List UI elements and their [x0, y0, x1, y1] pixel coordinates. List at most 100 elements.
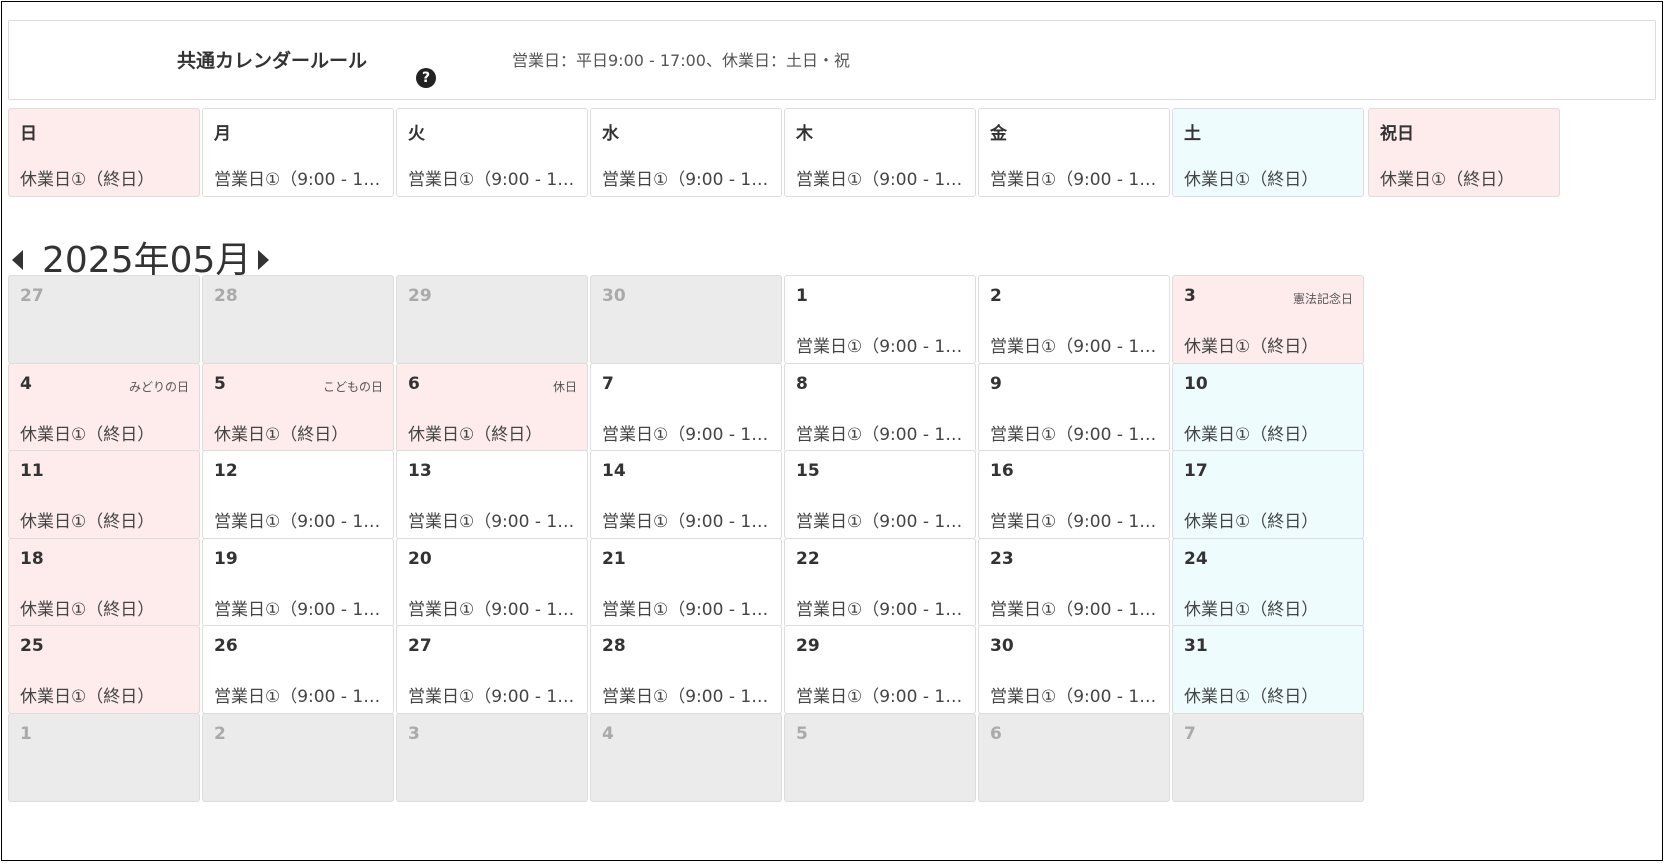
day-cell[interactable]: 26 営業日①（9:00 - 17:00） — [202, 625, 394, 714]
weekday-rule-cell[interactable]: 日休業日①（終日） — [8, 108, 200, 197]
day-cell-outside[interactable]: 2 — [202, 712, 394, 802]
day-cell[interactable]: 9 営業日①（9:00 - 17:00） — [978, 362, 1170, 452]
holiday-name: 憲法記念日 — [1292, 292, 1353, 306]
cell-label: 日 — [20, 124, 37, 144]
weekday-rule-cell[interactable]: 金営業日①（9:00 - 17:00） — [978, 108, 1170, 197]
cell-label: 15 — [796, 461, 820, 481]
cell-label: 30 — [602, 286, 626, 306]
cell-schedule: 営業日①（9:00 - 17:00） — [796, 424, 965, 445]
cell-label: 29 — [796, 636, 820, 656]
cell-schedule: 営業日①（9:00 - 17:00） — [408, 170, 577, 190]
day-cell-outside[interactable]: 30 — [590, 275, 782, 364]
cell-label: 土 — [1184, 124, 1201, 144]
day-cell-outside[interactable]: 5 — [784, 712, 976, 802]
day-cell-outside[interactable]: 4 — [590, 712, 782, 802]
cell-schedule: 営業日①（9:00 - 17:00） — [408, 599, 577, 620]
cell-schedule: 休業日①（終日） — [408, 424, 543, 445]
day-cell-outside[interactable]: 28 — [202, 275, 394, 364]
cell-schedule: 営業日①（9:00 - 17:00） — [990, 337, 1159, 357]
cell-label: 24 — [1184, 548, 1208, 569]
day-cell[interactable]: 10 休業日①（終日） — [1172, 362, 1364, 452]
day-cell[interactable]: 23 営業日①（9:00 - 17:00） — [978, 537, 1170, 627]
cell-schedule: 営業日①（9:00 - 17:00） — [214, 687, 383, 707]
cell-schedule: 営業日①（9:00 - 17:00） — [796, 170, 965, 190]
day-cell[interactable]: 27 営業日①（9:00 - 17:00） — [396, 625, 588, 714]
cell-schedule: 休業日①（終日） — [1184, 599, 1319, 620]
weekday-rule-cell[interactable]: 祝日 休業日①（終日） — [1368, 108, 1560, 197]
weekday-rule-cell[interactable]: 月営業日①（9:00 - 17:00） — [202, 108, 394, 197]
weekday-rule-cell[interactable]: 水営業日①（9:00 - 17:00） — [590, 108, 782, 197]
day-cell-outside[interactable]: 1 — [8, 712, 200, 802]
day-cell[interactable]: 13 営業日①（9:00 - 17:00） — [396, 450, 588, 539]
cell-label: 27 — [20, 286, 44, 306]
weekday-rule-cell[interactable]: 火営業日①（9:00 - 17:00） — [396, 108, 588, 197]
day-cell[interactable]: 28 営業日①（9:00 - 17:00） — [590, 625, 782, 714]
day-cell[interactable]: 3 憲法記念日 休業日①（終日） — [1172, 275, 1364, 364]
day-cell-outside[interactable]: 3 — [396, 712, 588, 802]
day-cell[interactable]: 24 休業日①（終日） — [1172, 537, 1364, 627]
cell-label: 6 — [990, 723, 1002, 744]
cell-schedule: 営業日①（9:00 - 17:00） — [408, 687, 577, 707]
day-cell[interactable]: 22 営業日①（9:00 - 17:00） — [784, 537, 976, 627]
cell-schedule: 休業日①（終日） — [20, 687, 155, 707]
cell-schedule: 営業日①（9:00 - 17:00） — [214, 170, 383, 190]
day-cell-outside[interactable]: 29 — [396, 275, 588, 364]
day-cell[interactable]: 31 休業日①（終日） — [1172, 625, 1364, 714]
day-cell[interactable]: 16 営業日①（9:00 - 17:00） — [978, 450, 1170, 539]
day-cell[interactable]: 5 こどもの日 休業日①（終日） — [202, 362, 394, 452]
day-cell[interactable]: 20 営業日①（9:00 - 17:00） — [396, 537, 588, 627]
cell-label: 8 — [796, 373, 808, 394]
question-circle-icon[interactable]: ? — [416, 68, 436, 88]
cell-label: 29 — [408, 286, 432, 306]
cell-label: 3 — [408, 723, 420, 744]
day-cell[interactable]: 1 営業日①（9:00 - 17:00） — [784, 275, 976, 364]
caret-right-icon[interactable] — [258, 250, 269, 270]
day-cell[interactable]: 18 休業日①（終日） — [8, 537, 200, 627]
day-cell[interactable]: 30 営業日①（9:00 - 17:00） — [978, 625, 1170, 714]
day-cell[interactable]: 15 営業日①（9:00 - 17:00） — [784, 450, 976, 539]
cell-label: 30 — [990, 636, 1014, 656]
caret-left-icon[interactable] — [12, 250, 23, 270]
cell-label: 20 — [408, 548, 432, 569]
day-cell-outside[interactable]: 6 — [978, 712, 1170, 802]
day-cell[interactable]: 25 休業日①（終日） — [8, 625, 200, 714]
cell-label: 1 — [20, 723, 32, 744]
day-cell[interactable]: 29 営業日①（9:00 - 17:00） — [784, 625, 976, 714]
cell-label: 21 — [602, 548, 626, 569]
day-cell-outside[interactable]: 27 — [8, 275, 200, 364]
cell-label: 10 — [1184, 373, 1208, 394]
day-cell[interactable]: 6 休日 休業日①（終日） — [396, 362, 588, 452]
day-cell[interactable]: 2 営業日①（9:00 - 17:00） — [978, 275, 1170, 364]
cell-label: 26 — [214, 636, 238, 656]
cell-label: 5 — [214, 373, 226, 394]
day-cell[interactable]: 7 営業日①（9:00 - 17:00） — [590, 362, 782, 452]
day-cell[interactable]: 19 営業日①（9:00 - 17:00） — [202, 537, 394, 627]
day-cell[interactable]: 17 休業日①（終日） — [1172, 450, 1364, 539]
day-cell[interactable]: 11 休業日①（終日） — [8, 450, 200, 539]
weekday-rule-cell[interactable]: 土休業日①（終日） — [1172, 108, 1364, 197]
cell-label: 28 — [214, 286, 238, 306]
cell-label: 7 — [1184, 723, 1196, 744]
cell-label: 2 — [214, 723, 226, 744]
day-cell-outside[interactable]: 7 — [1172, 712, 1364, 802]
cell-schedule: 営業日①（9:00 - 17:00） — [990, 424, 1159, 445]
cell-label: 16 — [990, 461, 1014, 481]
common-calendar-rule-panel: 共通カレンダールール ? 営業日：平日9:00 - 17:00、休業日：土日・祝 — [8, 20, 1656, 100]
cell-label: 28 — [602, 636, 626, 656]
holiday-name: こどもの日 — [322, 379, 383, 394]
weekday-rule-cell[interactable]: 木営業日①（9:00 - 17:00） — [784, 108, 976, 197]
cell-schedule: 営業日①（9:00 - 17:00） — [990, 512, 1159, 532]
day-cell[interactable]: 8 営業日①（9:00 - 17:00） — [784, 362, 976, 452]
cell-schedule: 営業日①（9:00 - 17:00） — [796, 687, 965, 707]
cell-label: 11 — [20, 461, 44, 481]
day-cell[interactable]: 12 営業日①（9:00 - 17:00） — [202, 450, 394, 539]
cell-schedule: 休業日①（終日） — [1380, 170, 1515, 190]
cell-schedule: 休業日①（終日） — [1184, 424, 1319, 445]
cell-label: 19 — [214, 548, 238, 569]
cell-label: 火 — [408, 124, 425, 144]
cell-schedule: 休業日①（終日） — [20, 599, 155, 620]
day-cell[interactable]: 21 営業日①（9:00 - 17:00） — [590, 537, 782, 627]
day-cell[interactable]: 14 営業日①（9:00 - 17:00） — [590, 450, 782, 539]
cell-label: 水 — [602, 124, 619, 144]
day-cell[interactable]: 4 みどりの日 休業日①（終日） — [8, 362, 200, 452]
